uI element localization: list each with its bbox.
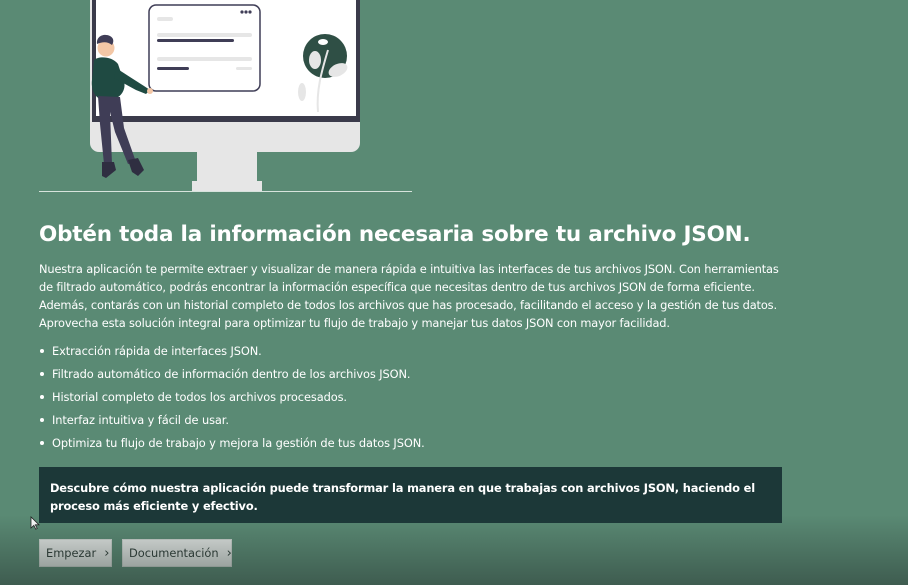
callout-text: Descubre cómo nuestra aplicación puede t… [50, 481, 755, 513]
divider [39, 191, 412, 192]
list-item: Extracción rápida de interfaces JSON. [39, 342, 425, 365]
list-item: Interfaz intuitiva y fácil de usar. [39, 411, 425, 434]
documentation-button[interactable]: Documentación › [122, 539, 232, 567]
feature-list: Extracción rápida de interfaces JSON. Fi… [39, 342, 425, 457]
hero-illustration [40, 0, 412, 193]
start-button[interactable]: Empezar › [39, 539, 112, 567]
list-item: Filtrado automático de información dentr… [39, 365, 425, 388]
start-button-label: Empezar [46, 546, 97, 560]
list-item: Optimiza tu flujo de trabajo y mejora la… [39, 434, 425, 457]
page-title: Obtén toda la información necesaria sobr… [39, 222, 751, 247]
documentation-button-label: Documentación [129, 546, 219, 560]
person-at-monitor-illustration [90, 0, 360, 191]
chevron-right-icon: › [104, 545, 110, 561]
intro-paragraph: Nuestra aplicación te permite extraer y … [39, 262, 779, 330]
callout-box: Descubre cómo nuestra aplicación puede t… [39, 467, 782, 523]
mouse-pointer-icon [30, 516, 40, 530]
list-item: Historial completo de todos los archivos… [39, 388, 425, 411]
chevron-right-icon: › [226, 545, 232, 561]
